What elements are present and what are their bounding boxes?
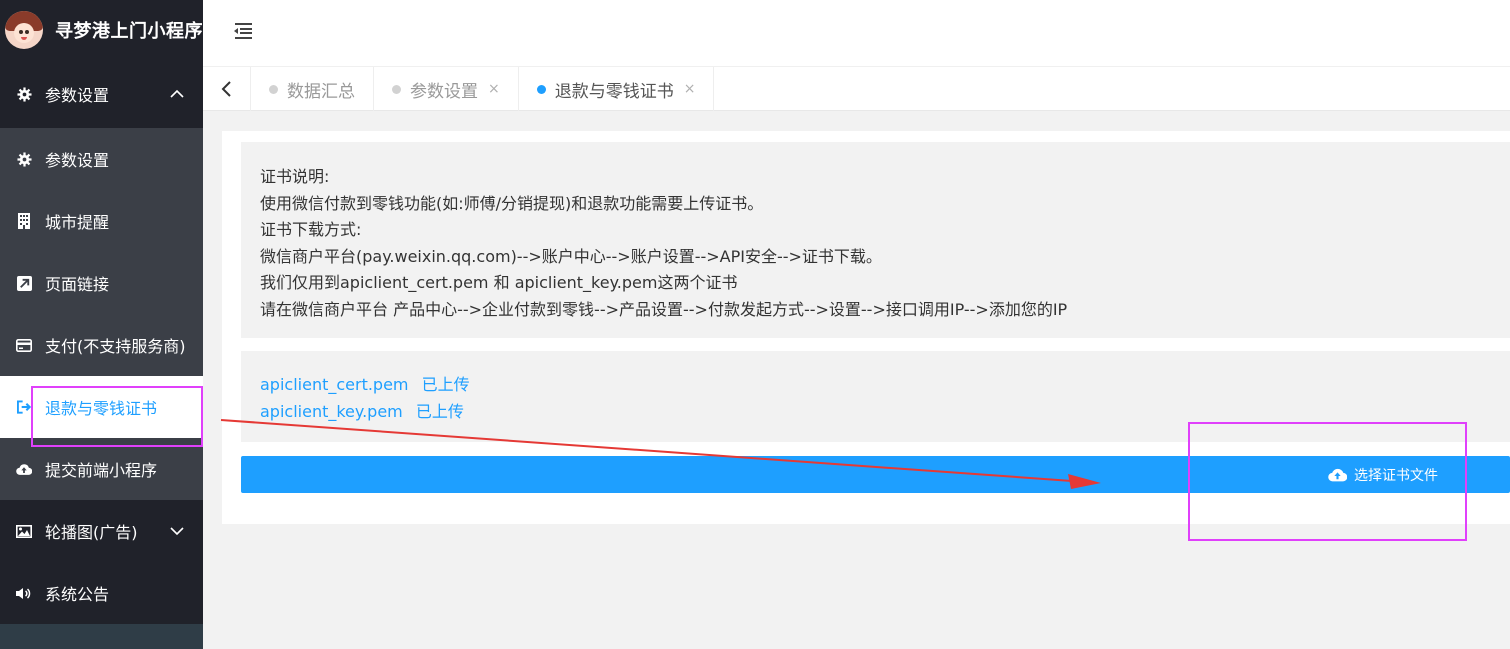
sidebar: 寻梦港上门小程序 参数设置 参数设置 城市提醒 页面链接 支付(不支持服务商) … — [0, 0, 203, 649]
instruction-line: 请在微信商户平台 产品中心-->企业付款到零钱-->产品设置-->付款发起方式-… — [260, 299, 1068, 319]
avatar — [5, 11, 43, 49]
instruction-line: 微信商户平台(pay.weixin.qq.com)-->账户中心-->账户设置-… — [260, 246, 882, 266]
sidebar-item-announcement[interactable]: 系统公告 — [0, 562, 203, 624]
sidebar-item-city-reminder[interactable]: 城市提醒 — [0, 190, 203, 252]
tab-dot — [269, 84, 278, 94]
sidebar-item-submit-miniprogram[interactable]: 提交前端小程序 — [0, 438, 203, 500]
sidebar-bottom: 轮播图(广告) 系统公告 — [0, 500, 203, 624]
tab-label: 退款与零钱证书 — [554, 81, 674, 102]
cert-filename: apiclient_cert.pem — [260, 375, 409, 394]
sidebar-item-label: 参数设置 — [45, 151, 110, 170]
tab-params[interactable]: 参数设置 × — [374, 67, 519, 111]
credit-card-icon — [16, 337, 32, 353]
tab-bar: 数据汇总 参数设置 × 退款与零钱证书 × — [203, 67, 1510, 111]
sidebar-item-label: 轮播图(广告) — [45, 523, 138, 542]
gear-icon — [16, 151, 32, 167]
sidebar-item-payment[interactable]: 支付(不支持服务商) — [0, 314, 203, 376]
gear-icon — [16, 86, 32, 102]
chevron-left-icon — [221, 81, 231, 97]
annotation-highlight-button — [1188, 422, 1467, 541]
tab-dot — [392, 84, 401, 94]
volume-icon — [16, 585, 32, 601]
cert-instructions: 证书说明: 使用微信付款到零钱功能(如:师傅/分销提现)和退款功能需要上传证书。… — [241, 142, 1510, 338]
annotation-highlight-sidebar — [31, 386, 203, 447]
chevron-up-icon — [170, 89, 184, 98]
sidebar-group-settings[interactable]: 参数设置 — [0, 60, 203, 128]
brand-title: 寻梦港上门小程序 — [55, 21, 203, 42]
sidebar-group-banner[interactable]: 轮播图(广告) — [0, 500, 203, 562]
sidebar-item-label: 系统公告 — [45, 585, 110, 604]
cert-upload-status: 已上传 — [415, 402, 464, 421]
external-link-icon — [16, 275, 32, 291]
tab-label: 数据汇总 — [287, 81, 355, 102]
tab-dot — [536, 84, 546, 94]
sidebar-item-page-links[interactable]: 页面链接 — [0, 252, 203, 314]
instruction-line: 证书说明: — [260, 167, 330, 186]
cert-filename: apiclient_key.pem — [260, 402, 403, 421]
tab-refund-cert[interactable]: 退款与零钱证书 × — [519, 67, 715, 111]
sidebar-item-label: 城市提醒 — [45, 213, 110, 232]
chevron-down-icon — [170, 527, 184, 536]
tab-data-summary[interactable]: 数据汇总 — [251, 67, 374, 111]
sidebar-item-label: 支付(不支持服务商) — [45, 337, 186, 356]
menu-collapse-icon[interactable] — [233, 22, 253, 40]
close-icon[interactable]: × — [488, 81, 500, 97]
cert-status-row: apiclient_key.pem 已上传 — [260, 398, 1510, 425]
instruction-line: 我们仅用到apiclient_cert.pem 和 apiclient_key.… — [260, 273, 738, 292]
tab-scroll-left-button[interactable] — [203, 67, 251, 111]
tab-label: 参数设置 — [410, 81, 478, 102]
image-icon — [16, 523, 32, 539]
instruction-line: 使用微信付款到零钱功能(如:师傅/分销提现)和退款功能需要上传证书。 — [260, 193, 764, 213]
sidebar-item-params[interactable]: 参数设置 — [0, 128, 203, 190]
cert-upload-status: 已上传 — [421, 375, 470, 394]
top-header — [203, 0, 1510, 67]
close-icon[interactable]: × — [684, 81, 696, 97]
cert-status-row: apiclient_cert.pem 已上传 — [260, 371, 1510, 398]
instruction-line: 证书下载方式: — [260, 220, 362, 239]
sidebar-item-label: 页面链接 — [45, 275, 110, 294]
cloud-upload-icon — [16, 461, 32, 477]
sidebar-item-label: 提交前端小程序 — [45, 461, 158, 480]
sign-out-icon — [16, 399, 32, 415]
brand: 寻梦港上门小程序 — [0, 0, 203, 60]
sidebar-group-label: 参数设置 — [45, 86, 110, 105]
building-icon — [16, 213, 32, 229]
